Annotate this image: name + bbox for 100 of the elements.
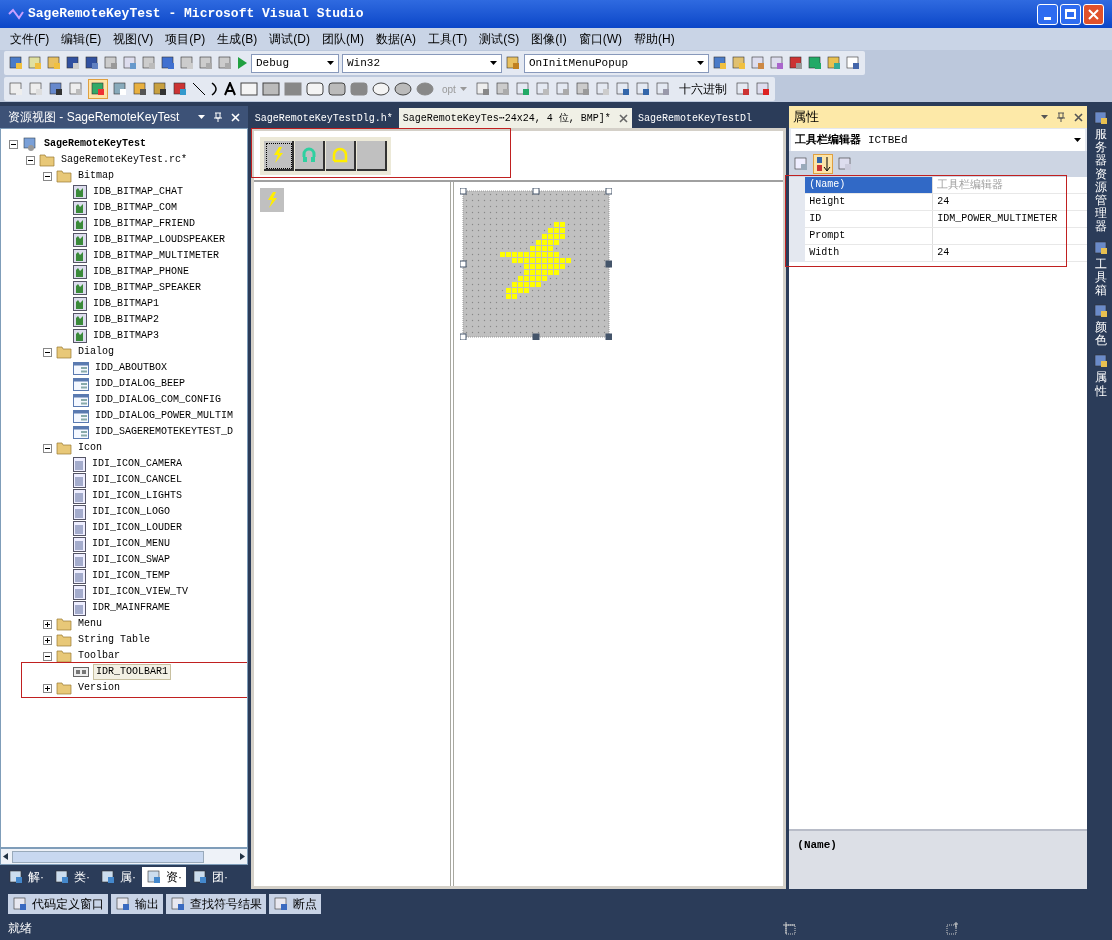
tool-window-tab[interactable]: 代码定义窗口 xyxy=(8,894,108,914)
tree-item[interactable]: Icon xyxy=(76,441,104,455)
dropdown-caret-icon[interactable] xyxy=(327,61,334,65)
menu-bar-title[interactable]: 文件(F) xyxy=(4,30,56,48)
side-tab[interactable]: 属性 xyxy=(1095,371,1107,398)
collapse-toggle[interactable] xyxy=(43,443,52,453)
tree-item[interactable]: Version xyxy=(76,681,122,695)
minimize-button[interactable] xyxy=(1037,3,1058,25)
close-icon[interactable] xyxy=(1074,112,1084,122)
panel-tab[interactable]: 属· xyxy=(96,867,140,887)
tree-item[interactable]: IDD_SAGEREMOTEKEYTEST_D xyxy=(93,425,236,439)
property-name[interactable]: (Name) xyxy=(805,177,934,193)
tree-item[interactable]: IDB_BITMAP_SPEAKER xyxy=(91,281,204,295)
tree-item[interactable]: IDI_ICON_LOUDER xyxy=(90,521,184,535)
dropdown-caret-icon[interactable] xyxy=(1041,115,1049,119)
property-name[interactable]: Height xyxy=(805,194,934,210)
tree-item[interactable]: IDI_ICON_TEMP xyxy=(90,569,172,583)
tree-item[interactable]: IDI_ICON_MENU xyxy=(90,537,172,551)
menu-bar-title[interactable]: 图像(I) xyxy=(525,30,573,48)
tree-item[interactable]: IDB_BITMAP_CHAT xyxy=(91,185,185,199)
document-tab[interactable]: SageRemoteKeyTes⋯24x24, 4 位, BMP]* xyxy=(398,108,632,128)
tree-item[interactable]: IDB_BITMAP_COM xyxy=(91,201,179,215)
collapse-toggle[interactable] xyxy=(9,139,18,149)
menu-bar-title[interactable]: 团队(M) xyxy=(316,30,370,48)
scroll-left-icon[interactable] xyxy=(3,853,8,860)
ellipse-tool-icon[interactable] xyxy=(416,82,434,96)
tree-item[interactable]: IDI_ICON_VIEW_TV xyxy=(90,585,190,599)
configuration-dropdown[interactable]: Debug xyxy=(251,53,339,73)
hexadecimal-button[interactable]: 十六进制 xyxy=(674,80,731,98)
tree-item[interactable]: IDB_BITMAP_MULTIMETER xyxy=(91,249,222,263)
text-tool-icon[interactable] xyxy=(224,82,236,96)
tree-item[interactable]: IDB_BITMAP2 xyxy=(91,313,161,327)
side-tab[interactable]: 工具箱 xyxy=(1095,257,1107,298)
menu-bar-title[interactable]: 项目(P) xyxy=(159,30,212,48)
property-value[interactable]: 24 xyxy=(933,245,954,261)
menu-bar-title[interactable]: 生成(B) xyxy=(211,30,264,48)
tool-window-tab[interactable]: 输出 xyxy=(111,894,163,914)
tree-item[interactable]: IDI_ICON_SWAP xyxy=(90,553,172,567)
collapse-toggle[interactable] xyxy=(43,347,52,357)
line-tool-icon[interactable] xyxy=(192,82,206,96)
document-tab[interactable]: SageRemoteKeyTestDl xyxy=(633,108,756,128)
menu-bar-title[interactable]: 测试(S) xyxy=(473,30,526,48)
expand-toggle[interactable] xyxy=(43,635,52,645)
object-selector[interactable]: 工具栏编辑器 ICTBEd xyxy=(791,129,1086,151)
tree-item[interactable]: IDR_MAINFRAME xyxy=(90,601,172,615)
side-tab[interactable]: 服务器资源管理器 xyxy=(1095,128,1107,234)
tool-window-tab[interactable]: 查找符号结果 xyxy=(166,894,266,914)
ellipse-tool-icon[interactable] xyxy=(372,82,390,96)
start-debug-icon[interactable] xyxy=(236,56,248,70)
tree-item[interactable]: Dialog xyxy=(76,345,116,359)
tree-item[interactable]: IDI_ICON_CANCEL xyxy=(90,473,184,487)
close-tab-icon[interactable] xyxy=(618,113,628,123)
tree-item[interactable]: IDI_ICON_LOGO xyxy=(90,505,172,519)
toolbar-editor-button[interactable] xyxy=(263,141,294,171)
ellipse-tool-icon[interactable] xyxy=(394,82,412,96)
tool-window-tab[interactable]: 断点 xyxy=(269,894,321,914)
rounded-rectangle-tool-icon[interactable] xyxy=(328,82,346,96)
tree-item[interactable]: SageRemoteKeyTest xyxy=(42,137,149,151)
toolbar-editor-button[interactable] xyxy=(325,141,356,171)
platform-dropdown[interactable]: Win32 xyxy=(342,53,502,73)
tree-item[interactable]: IDI_ICON_CAMERA xyxy=(90,457,184,471)
toolbar-editor-button[interactable] xyxy=(294,141,325,171)
expand-toggle[interactable] xyxy=(43,683,52,693)
close-button[interactable] xyxy=(1083,3,1104,25)
tree-item[interactable]: IDR_TOOLBAR1 xyxy=(93,664,171,680)
tree-item[interactable]: IDI_ICON_LIGHTS xyxy=(90,489,184,503)
tree-item[interactable]: SageRemoteKeyTest.rc* xyxy=(59,153,190,167)
panel-tab[interactable]: 资· xyxy=(142,867,186,887)
tree-item[interactable]: IDB_BITMAP_FRIEND xyxy=(91,217,198,231)
side-tab[interactable]: 颜色 xyxy=(1095,321,1107,348)
menu-bar-title[interactable]: 调试(D) xyxy=(263,30,316,48)
dropdown-caret-icon[interactable] xyxy=(697,61,704,65)
dropdown-caret-icon[interactable] xyxy=(490,61,497,65)
tree-item[interactable]: IDD_ABOUTBOX xyxy=(93,361,169,375)
panel-tab[interactable]: 解· xyxy=(4,867,48,887)
tree-item[interactable]: Toolbar xyxy=(76,649,122,663)
toolbar-editor-button[interactable] xyxy=(356,141,387,171)
tree-item[interactable]: IDB_BITMAP_PHONE xyxy=(91,265,191,279)
tree-item[interactable]: Bitmap xyxy=(76,169,116,183)
scroll-right-icon[interactable] xyxy=(239,853,245,860)
menu-bar-title[interactable]: 视图(V) xyxy=(107,30,160,48)
document-tab[interactable]: SageRemoteKeyTestDlg.h* xyxy=(250,108,397,128)
menu-bar-title[interactable]: 编辑(E) xyxy=(55,30,108,48)
collapse-toggle[interactable] xyxy=(43,651,52,661)
dropdown-caret-icon[interactable] xyxy=(1074,138,1082,142)
property-value[interactable]: 24 xyxy=(933,194,954,210)
tree-item[interactable]: IDD_DIALOG_POWER_MULTIM xyxy=(93,409,236,423)
panel-tab[interactable]: 团· xyxy=(188,867,232,887)
expand-toggle[interactable] xyxy=(43,619,52,629)
property-name[interactable]: Width xyxy=(805,245,934,261)
tree-item[interactable]: IDB_BITMAP1 xyxy=(91,297,161,311)
tree-item[interactable]: Menu xyxy=(76,617,104,631)
tree-item[interactable]: String Table xyxy=(76,633,152,647)
menu-bar-title[interactable]: 数据(A) xyxy=(370,30,422,48)
pin-icon[interactable] xyxy=(1056,112,1067,122)
maximize-button[interactable] xyxy=(1060,3,1081,25)
alphabetical-button[interactable] xyxy=(813,154,834,174)
function-dropdown[interactable]: OnInitMenuPopup xyxy=(524,53,709,73)
tree-item[interactable]: IDD_DIALOG_COM_CONFIG xyxy=(93,393,224,407)
dropdown-caret-icon[interactable] xyxy=(197,115,205,119)
